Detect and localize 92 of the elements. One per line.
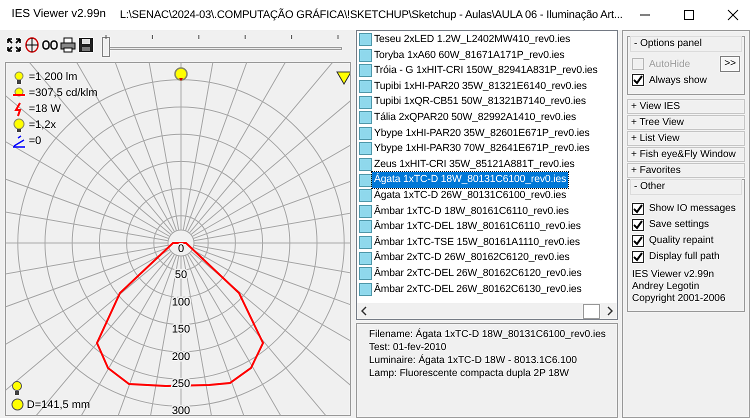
info-line: Test: 01-fev-2010	[369, 341, 448, 354]
checkbox[interactable]	[632, 234, 644, 246]
angle-icon	[12, 134, 26, 148]
stat-value: =1 200 lm	[28, 70, 78, 85]
file-icon	[359, 174, 372, 187]
save-icon[interactable]	[78, 37, 94, 53]
file-icon	[359, 220, 372, 234]
ring-label: 300	[172, 405, 190, 415]
file-item[interactable]: Ybype 1xHI-PAR20 35W_82601E671P_rev0.ies	[357, 126, 617, 142]
file-icon	[359, 142, 372, 156]
stat-value: =0	[28, 134, 42, 149]
info-line: Filename: Ágata 1xTC-D 18W_80131C6100_rev0.ies	[369, 328, 605, 341]
file-item[interactable]: Toryba 1xA60 60W_81671A171P_rev0.ies	[357, 48, 617, 64]
stat-value: =1,2x	[28, 118, 56, 133]
scrollbar-thumb[interactable]	[583, 304, 600, 318]
file-item[interactable]: Zeus 1xHIT-CRI 35W_85121A881T_rev0.ies	[357, 156, 617, 172]
file-item[interactable]: Tupibi 1xQR-CB51 50W_81321B7140_rev0.ies	[357, 94, 617, 110]
checkbox-label: Display full path	[649, 250, 720, 264]
about-line: Copyright 2001-2006	[632, 292, 726, 304]
triangle-icon[interactable]	[336, 72, 350, 85]
file-icon	[359, 96, 372, 109]
group-title[interactable]: - Options panel	[630, 36, 742, 52]
stat-value: =307,5 cd/klm	[28, 86, 98, 101]
checkbox-label: AutoHide	[649, 58, 690, 72]
info-line: Lamp: Fluorescente compacta dupla 2P 18W	[369, 367, 570, 380]
file-item[interactable]: Ybype 1xHI-PAR30 70W_82641E671P_rev0.ies	[357, 141, 617, 157]
file-item[interactable]: Tália 2xQPAR20 50W_82992A1410_rev0.ies	[357, 110, 617, 126]
file-item[interactable]: Âmbar 2xTC-DEL 26W_80162C6130_rev0.ies	[357, 282, 617, 298]
file-icon	[359, 64, 372, 78]
checkbox[interactable]	[632, 74, 644, 86]
horizontal-scrollbar[interactable]	[357, 302, 617, 319]
about-line: IES Viewer v2.99n	[632, 268, 716, 280]
diameter-label: D=141,5 mm	[26, 398, 90, 412]
file-icon	[359, 282, 372, 296]
file-item[interactable]: Âmbar 1xTC-TSE 15W_80161A1110_rev0.ies	[357, 234, 617, 250]
section-header[interactable]: + List View	[627, 131, 745, 146]
file-icon	[359, 204, 372, 218]
ring-label: 0	[178, 243, 184, 255]
file-icon	[359, 189, 372, 202]
file-icon	[359, 48, 372, 62]
checkbox[interactable]	[632, 202, 644, 214]
file-item[interactable]: Âmbar 2xTC-DEL 26W_80162C6120_rev0.ies	[357, 266, 617, 282]
section-header[interactable]: + Favorites	[627, 163, 745, 178]
slider-thumb[interactable]	[102, 37, 110, 57]
file-path: L:\SENAC\2024-03\.COMPUTAÇÃO GRÁFICA\!SKETCHUP\Sketchup - Aulas\AULA 06 - Iluminação Art...	[120, 7, 623, 23]
stat-value: =18 W	[28, 102, 61, 117]
slider[interactable]	[102, 33, 342, 57]
bulb-icon	[11, 380, 23, 396]
ring-label: 50	[174, 269, 188, 282]
sphere-icon[interactable]	[24, 37, 40, 53]
scroll-left-icon[interactable]	[360, 306, 368, 316]
print-icon[interactable]	[60, 37, 76, 53]
checkbox-label: Show IO messages	[649, 202, 736, 216]
section-header[interactable]: + Tree View	[627, 115, 745, 130]
file-item[interactable]: Âmbar 1xTC-DEL 18W_80161C6110_rev0.ies	[357, 219, 617, 235]
checkbox-label: Always show	[649, 74, 707, 88]
file-icon	[359, 126, 372, 140]
section-header[interactable]: + Fish eye&Fly Window	[627, 147, 745, 162]
window-title: IES Viewer v2.99n	[12, 7, 106, 22]
file-icon	[359, 236, 372, 250]
file-item[interactable]: Âmbar 1xTC-D 18W_80161C6110_rev0.ies	[357, 204, 617, 220]
file-icon	[359, 33, 372, 46]
file-item[interactable]: Âmbar 2xTC-D 26W_80162C6120_rev0.ies	[357, 250, 617, 266]
file-icon	[359, 80, 372, 94]
bulb-icon	[12, 70, 26, 84]
file-item[interactable]: Teseu 2xLED 1.2W_L2402MW410_rev0.ies	[357, 32, 617, 48]
about-line: Andrey Legotin	[632, 280, 700, 292]
fit-icon[interactable]	[6, 37, 22, 53]
expand-button[interactable]: >>	[720, 56, 740, 72]
file-item[interactable]: Tupibi 1xHI-PAR20 35W_81321E6140_rev0.ies	[357, 78, 617, 94]
file-item[interactable]: Tróia - G 1xHIT-CRI 150W_82941A831P_rev0.ies	[357, 63, 617, 79]
file-icon	[359, 111, 372, 124]
file-icon	[359, 252, 372, 265]
file-icon	[359, 158, 372, 172]
checkbox[interactable]	[632, 218, 644, 230]
checkbox-label: Quality repaint	[649, 234, 714, 248]
info-line: Luminaire: Ágata 1xTC-D 18W - 8013.1C6.100	[369, 354, 578, 367]
group-title[interactable]: - Other	[630, 179, 742, 195]
checkbox-label: Save settings	[649, 218, 710, 232]
rotate-icon[interactable]	[174, 67, 188, 81]
ring-label: 200	[172, 350, 190, 363]
ring-label: 150	[172, 324, 190, 336]
ring-label: 100	[172, 296, 190, 308]
scroll-right-icon[interactable]	[606, 306, 614, 316]
bulb-icon	[12, 118, 26, 132]
file-item[interactable]: Ágata 1xTC-D 26W_80131C6100_rev0.ies	[357, 188, 617, 204]
circle-icon	[11, 398, 24, 412]
close-icon[interactable]	[726, 9, 739, 21]
checkbox[interactable]	[632, 250, 644, 262]
maximize-icon[interactable]	[682, 9, 695, 21]
file-icon	[359, 267, 372, 280]
section-header[interactable]: + View IES	[627, 99, 745, 114]
